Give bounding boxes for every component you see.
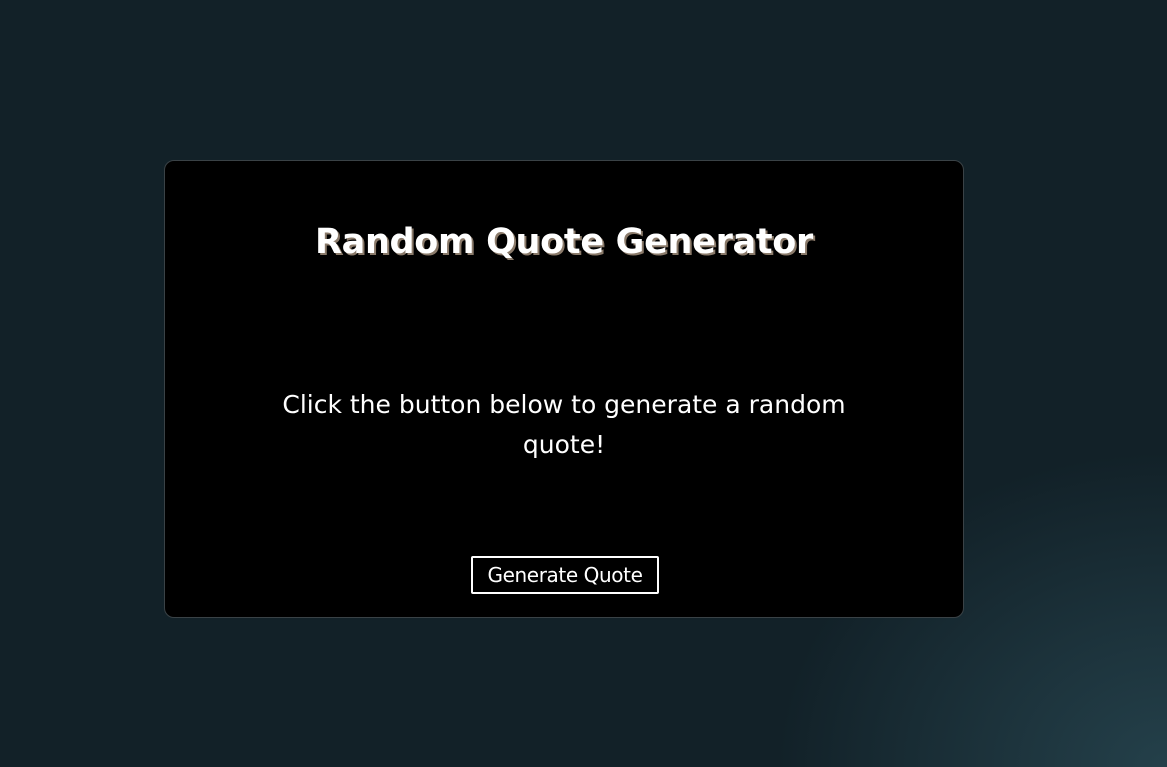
page-title: Random Quote Generator [314,222,814,262]
quote-card: Random Quote Generator Click the button … [164,160,964,618]
quote-text: Click the button below to generate a ran… [282,390,846,459]
generate-quote-button[interactable]: Generate Quote [471,556,659,594]
